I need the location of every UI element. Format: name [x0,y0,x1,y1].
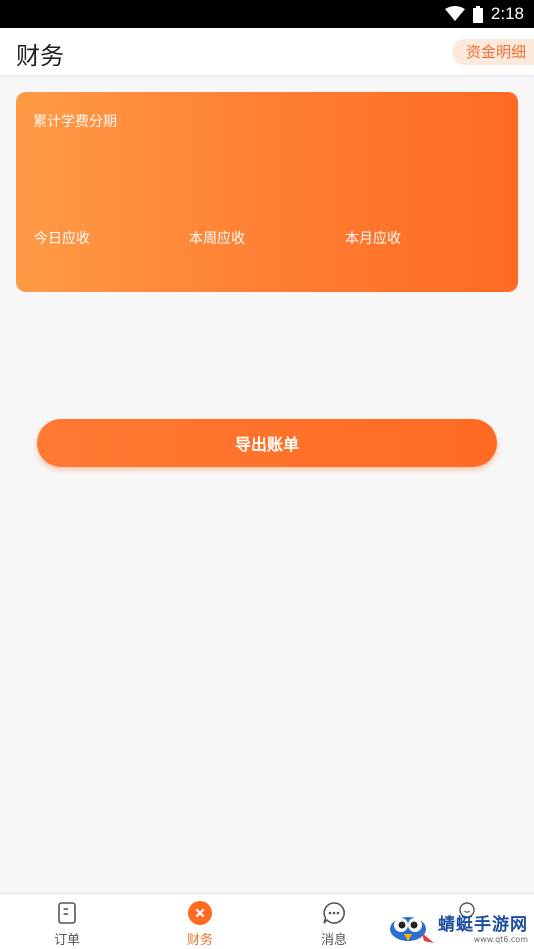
nav-item-messages[interactable]: 消息 [284,894,384,949]
nav-label-messages: 消息 [320,933,347,948]
watermark-url: www.qt6.com [473,935,528,944]
nav-item-orders[interactable]: 订单 [17,894,117,949]
watermark-title: 蜻蜓手游网 [438,915,528,935]
page-title: 财务 [16,42,64,70]
battery-icon [472,5,483,23]
card-title: 累计学费分期 [33,114,117,130]
status-time: 2:18 [490,4,524,23]
summary-card: 累计学费分期 今日应收 本周应收 本月应收 [16,92,518,292]
stat-week: 本周应收 [189,231,245,247]
header: 财务 资金明细 [0,28,534,76]
watermark-logo: 蜻蜓手游网 www.qt6.com [386,906,532,948]
stat-month: 本月应收 [345,231,401,247]
export-bill-button[interactable]: 导出账单 [37,419,497,467]
dragonfly-mascot-icon [390,917,434,943]
wifi-icon [444,6,465,21]
status-bar: 2:18 [0,0,534,28]
finance-icon [188,901,212,925]
nav-item-finance[interactable]: 财务 [150,894,250,949]
nav-label-orders: 订单 [53,933,80,948]
message-icon [323,902,345,924]
fund-detail-button[interactable]: 资金明细 [451,39,534,65]
document-icon [58,902,76,924]
nav-label-finance: 财务 [186,933,213,948]
stat-today: 今日应收 [34,231,90,247]
